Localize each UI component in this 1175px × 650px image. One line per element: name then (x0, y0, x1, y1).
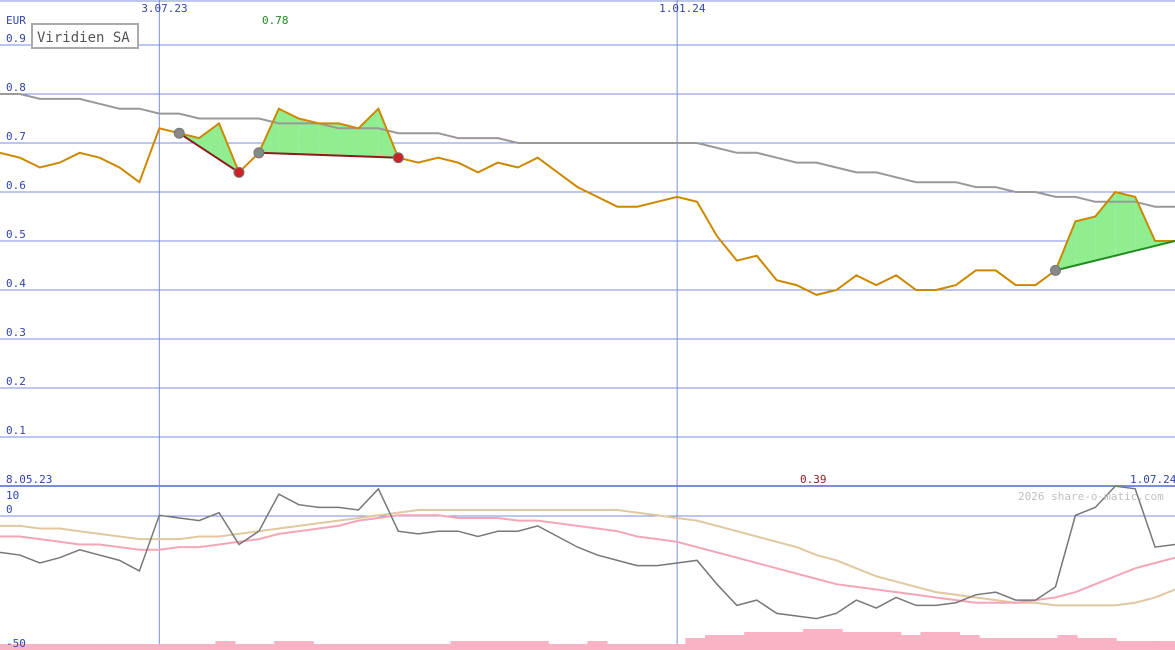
chart-title: Viridien SA (37, 30, 130, 46)
oscillator-panel (0, 485, 1175, 650)
lower-y-tick-10: 10 (6, 489, 19, 502)
marker-gray-3 (1050, 264, 1062, 276)
y-tick-label-0.6: 0.6 (6, 179, 26, 192)
volume-bar-6 (117, 644, 138, 650)
volume-bar-34 (665, 644, 686, 650)
high-label: 0.78 (262, 14, 289, 27)
shade-c-54 (1075, 216, 1096, 266)
lower-y-tick-0: 0 (6, 503, 13, 516)
volume-bar-46 (900, 635, 921, 650)
volume-bar-53 (1037, 638, 1058, 650)
volume-bar-24 (470, 641, 491, 650)
shade-b-14 (278, 108, 299, 155)
volume-bar-18 (352, 644, 373, 650)
volume-bar-45 (881, 632, 902, 650)
volume-bar-43 (842, 632, 863, 650)
volume-bar-52 (1018, 638, 1039, 650)
marker-red-1 (233, 166, 245, 178)
volume-bar-33 (646, 644, 667, 650)
volume-bar-3 (58, 644, 79, 650)
volume-bar-10 (195, 644, 216, 650)
volume-bar-31 (607, 644, 628, 650)
stock-chart: 0.9 0.8 0.7 0.6 0.5 0.4 0.3 0.2 0.1 3.07.23 1.01.2… (0, 0, 1175, 650)
volume-bar-7 (137, 644, 158, 650)
chart-labels: EUR Viridien SA 0.78 0.39 8.05.23 1.07.2… (6, 14, 1175, 650)
volume-bar-42 (822, 629, 843, 650)
volume-bar-35 (685, 638, 706, 650)
volume-bar-9 (176, 644, 197, 650)
volume-bar-59 (1155, 641, 1175, 650)
lower-x-tick-end: 1.07.24 (1130, 473, 1175, 486)
y-tick-label-0.2: 0.2 (6, 375, 26, 388)
volume-bar-23 (450, 641, 471, 650)
volume-bar-51 (998, 638, 1019, 650)
volume-bar-11 (215, 641, 236, 650)
volume-bar-17 (332, 644, 353, 650)
volume-bar-8 (156, 644, 177, 650)
volume-bar-39 (763, 632, 784, 650)
volume-bar-25 (489, 641, 510, 650)
volume-bar-30 (587, 641, 608, 650)
signal-line-pink (0, 514, 1175, 604)
volume-bar-40 (783, 632, 804, 650)
volume-bar-20 (391, 644, 412, 650)
volume-bar-4 (78, 644, 99, 650)
x-tick-label-1: 1.01.24 (659, 2, 706, 15)
moving-average-line (0, 93, 1175, 208)
y-tick-label-0.1: 0.1 (6, 424, 26, 437)
volume-bar-37 (724, 635, 745, 650)
y-tick-label-0.8: 0.8 (6, 81, 26, 94)
price-panel: 0.9 0.8 0.7 0.6 0.5 0.4 0.3 0.2 0.1 3.07.23 1.01.2… (0, 0, 1175, 650)
volume-bar-15 (293, 641, 314, 650)
y-tick-label-0.4: 0.4 (6, 277, 26, 290)
y-tick-label-0.5: 0.5 (6, 228, 26, 241)
volume-bar-38 (744, 632, 765, 650)
volume-bar-48 (940, 632, 961, 650)
y-tick-label-0.7: 0.7 (6, 130, 26, 143)
volume-bar-47 (920, 632, 941, 650)
currency-label: EUR (6, 14, 26, 27)
volume-bar-58 (1135, 641, 1156, 650)
volume-bar-19 (372, 644, 393, 650)
low-label: 0.39 (800, 473, 827, 486)
y-tick-label-0.9: 0.9 (6, 32, 26, 45)
marker-gray-1 (173, 127, 185, 139)
volume-bar-56 (1096, 638, 1117, 650)
volume-bar-54 (1057, 635, 1078, 650)
shade-b-18 (358, 108, 379, 157)
volume-bar-2 (39, 644, 60, 650)
marker-red-2 (392, 152, 404, 164)
volume-bar-49 (959, 635, 980, 650)
volume-bar-14 (274, 641, 295, 650)
volume-bar-5 (97, 644, 118, 650)
volume-bar-36 (705, 635, 726, 650)
copyright-text: 2026 share-o-matic.com (1018, 490, 1164, 503)
volume-bar-32 (626, 644, 647, 650)
volume-bar-21 (411, 644, 432, 650)
signal-line-tan (0, 509, 1175, 607)
volume-bar-44 (861, 632, 882, 650)
volume-bar-50 (979, 638, 1000, 650)
volume-bar-55 (1077, 638, 1098, 650)
volume-bar-26 (509, 641, 530, 650)
marker-gray-2 (253, 147, 265, 159)
lower-x-tick-start: 8.05.23 (6, 473, 52, 486)
volume-bar-41 (802, 629, 823, 650)
volume-bar-22 (430, 644, 451, 650)
oscillator-line (0, 485, 1175, 620)
y-tick-label-0.3: 0.3 (6, 326, 26, 339)
volume-bar-12 (235, 644, 256, 650)
volume-bar-13 (254, 644, 275, 650)
volume-bar-28 (548, 644, 569, 650)
volume-bar-57 (1116, 641, 1137, 650)
volume-bar-29 (567, 644, 588, 650)
lower-y-tick-neg50: -50 (6, 637, 26, 650)
volume-bar-16 (313, 644, 334, 650)
volume-bar-27 (528, 641, 549, 650)
x-tick-label-0: 3.07.23 (141, 2, 187, 15)
